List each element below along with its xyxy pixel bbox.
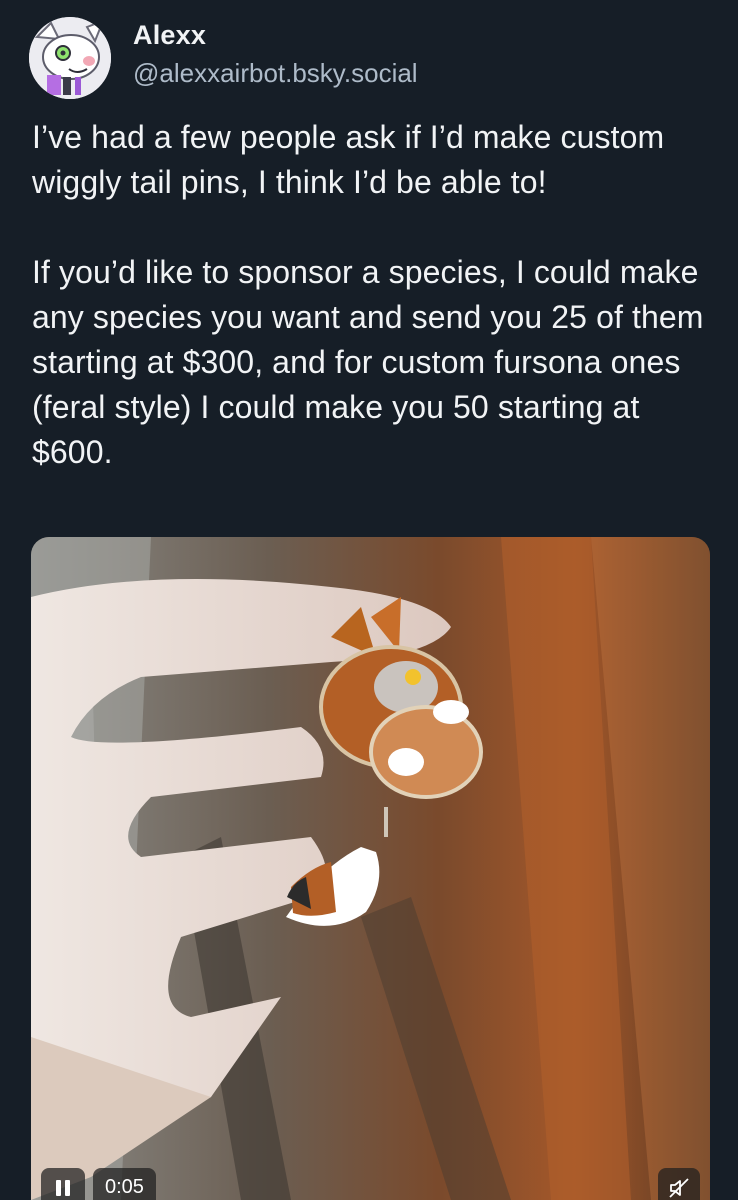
post-paragraph: If you’d like to sponsor a species, I co…	[32, 254, 704, 470]
avatar[interactable]	[29, 17, 111, 99]
mute-button[interactable]	[658, 1168, 700, 1200]
video-player[interactable]: 0:05	[31, 537, 710, 1200]
video-frame	[31, 537, 710, 1200]
video-timestamp: 0:05	[93, 1168, 156, 1200]
author-display-name[interactable]: Alexx	[133, 20, 206, 51]
post: Alexx @alexxairbot.bsky.social I’ve had …	[0, 0, 738, 1200]
post-paragraph: I’ve had a few people ask if I’d make cu…	[32, 119, 665, 200]
muted-speaker-icon	[669, 1178, 689, 1198]
post-text: I’ve had a few people ask if I’d make cu…	[32, 115, 712, 475]
author-handle[interactable]: @alexxairbot.bsky.social	[133, 58, 418, 89]
avatar-icon	[29, 17, 111, 99]
pause-button[interactable]	[41, 1168, 85, 1200]
